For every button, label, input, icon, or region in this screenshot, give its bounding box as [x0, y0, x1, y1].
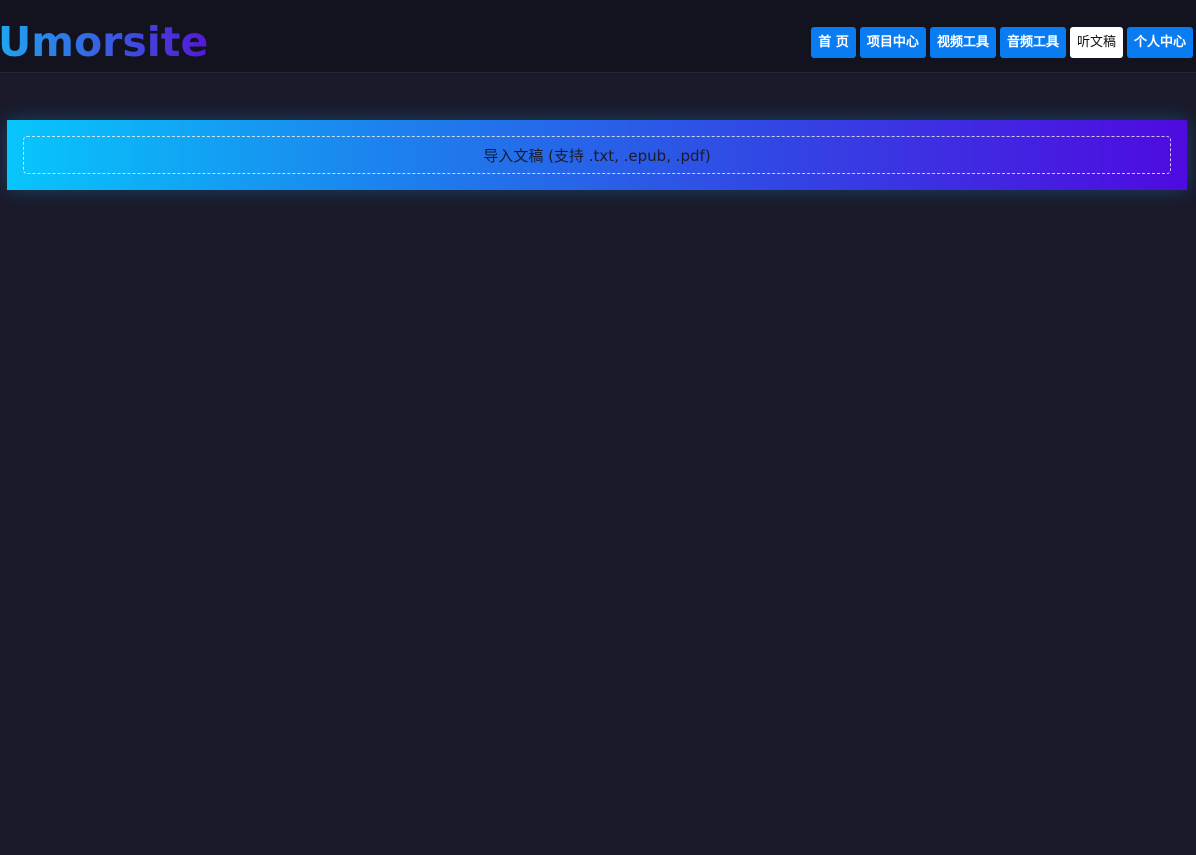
- import-dropzone[interactable]: 导入文稿 (支持 .txt, .epub, .pdf): [23, 136, 1171, 174]
- nav-listen-manuscript-button[interactable]: 听文稿: [1069, 27, 1123, 58]
- nav-profile-button[interactable]: 个人中心: [1126, 27, 1193, 58]
- main-nav: 首 页 项目中心 视频工具 音频工具 听文稿 个人中心: [811, 27, 1193, 58]
- nav-home-button[interactable]: 首 页: [811, 27, 856, 58]
- import-label: 导入文稿 (支持 .txt, .epub, .pdf): [483, 146, 711, 165]
- nav-audio-tools-button[interactable]: 音频工具: [999, 27, 1066, 58]
- import-panel: 导入文稿 (支持 .txt, .epub, .pdf): [7, 120, 1187, 190]
- nav-video-tools-button[interactable]: 视频工具: [929, 27, 996, 58]
- site-logo[interactable]: Umorsite: [0, 14, 208, 70]
- nav-projects-button[interactable]: 项目中心: [859, 27, 926, 58]
- top-navbar: Umorsite 首 页 项目中心 视频工具 音频工具 听文稿 个人中心: [0, 0, 1196, 73]
